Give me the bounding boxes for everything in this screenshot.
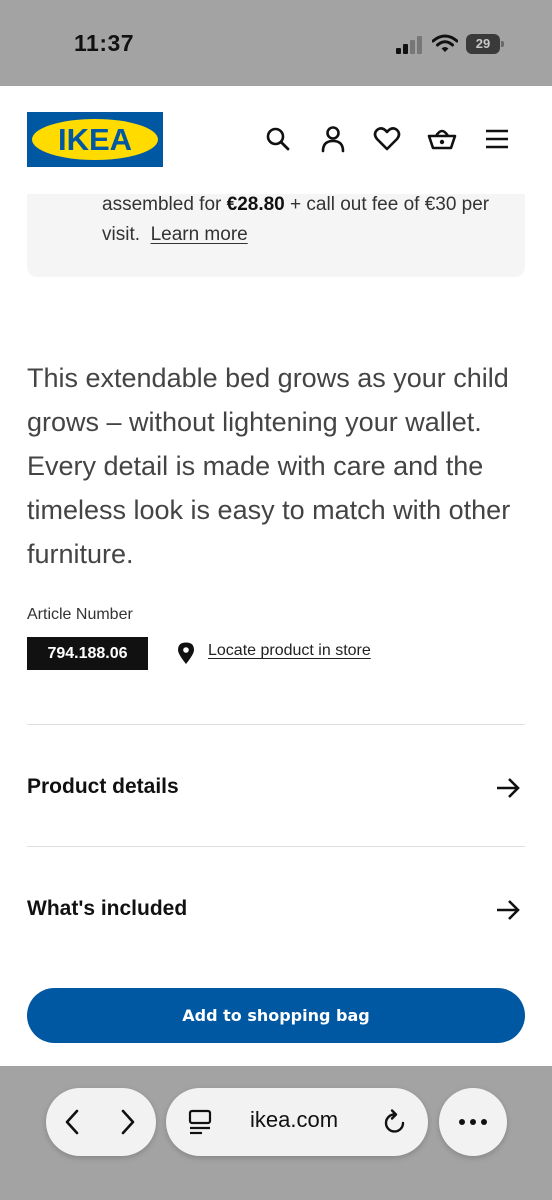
- battery-icon: 29: [466, 34, 504, 54]
- product-details-row[interactable]: Product details: [27, 775, 179, 799]
- url-text: ikea.com: [250, 1107, 339, 1132]
- browser-toolbar: ikea.com: [0, 1066, 552, 1200]
- status-bar: 11:37 29: [0, 0, 552, 86]
- ikea-logo[interactable]: IKEA: [27, 112, 163, 167]
- cellular-signal-icon: [396, 36, 424, 54]
- reload-icon[interactable]: [382, 1108, 408, 1136]
- back-icon[interactable]: [62, 1108, 82, 1136]
- battery-level: 29: [466, 34, 500, 54]
- article-number-badge: 794.188.06: [27, 637, 148, 670]
- search-icon[interactable]: [263, 124, 293, 154]
- assembly-price: €28.80: [226, 194, 285, 215]
- divider: [27, 846, 525, 847]
- assembly-service-box: assembled for €28.80 + call out fee of €…: [27, 180, 525, 277]
- forward-icon[interactable]: [118, 1108, 138, 1136]
- wifi-icon: [432, 34, 458, 52]
- page-menu-icon[interactable]: [188, 1109, 212, 1135]
- add-to-bag-button[interactable]: Add to shopping bag: [27, 988, 525, 1043]
- product-description: This extendable bed grows as your child …: [27, 363, 511, 569]
- account-icon[interactable]: [318, 124, 348, 154]
- locate-product-link[interactable]: Locate product in store: [208, 642, 371, 660]
- assembly-text: assembled for €28.80 + call out fee of €…: [102, 194, 490, 245]
- navigation-pill: [46, 1088, 156, 1156]
- arrow-right-icon[interactable]: [494, 776, 522, 800]
- status-time: 11:37: [74, 30, 135, 56]
- article-number-label: Article Number: [27, 606, 133, 623]
- logo-text: IKEA: [57, 122, 133, 157]
- address-bar[interactable]: ikea.com: [166, 1088, 428, 1156]
- basket-icon[interactable]: [427, 124, 457, 154]
- ellipsis-icon: [459, 1119, 487, 1125]
- menu-icon[interactable]: [482, 124, 512, 154]
- learn-more-link[interactable]: Learn more: [151, 224, 248, 245]
- heart-icon[interactable]: [372, 124, 402, 154]
- location-pin-icon: [178, 642, 194, 664]
- divider: [27, 724, 525, 725]
- whats-included-row[interactable]: What's included: [27, 897, 187, 921]
- web-page: IKEA assembled for €28.80 + call out fee…: [0, 86, 552, 1066]
- more-options-button[interactable]: [439, 1088, 507, 1156]
- arrow-right-icon[interactable]: [494, 898, 522, 922]
- site-header: IKEA: [0, 86, 552, 194]
